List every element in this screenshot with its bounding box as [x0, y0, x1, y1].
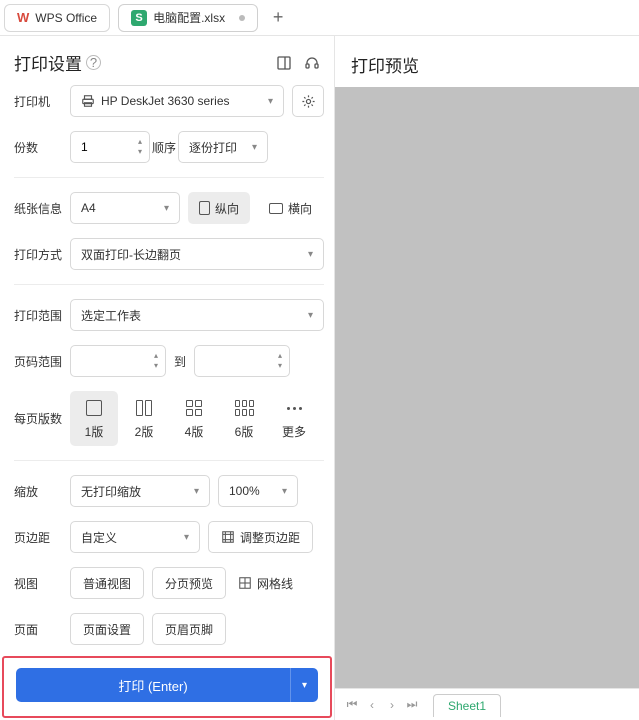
duplex-select[interactable]: 双面打印-长边翻页 ▾ — [70, 238, 324, 270]
layout-1-icon — [86, 400, 102, 416]
view-normal-button[interactable]: 普通视图 — [70, 567, 144, 599]
wps-logo-icon: W — [17, 10, 29, 25]
layout-2-button[interactable]: 2版 — [120, 391, 168, 446]
help-icon[interactable]: ? — [86, 55, 101, 70]
chevron-down-icon: ▾ — [308, 310, 313, 321]
duplex-label: 打印方式 — [14, 246, 70, 263]
view-label: 视图 — [14, 575, 70, 592]
page-setup-button[interactable]: 页面设置 — [70, 613, 144, 645]
page-range-label: 页码范围 — [14, 353, 70, 370]
landscape-icon — [269, 203, 283, 214]
more-icon — [287, 407, 302, 410]
preview-canvas — [335, 87, 639, 688]
printer-select[interactable]: HP DeskJet 3630 series ▾ — [70, 85, 284, 117]
spin-down-icon[interactable]: ▾ — [151, 361, 161, 371]
chevron-down-icon: ▾ — [164, 203, 169, 214]
new-tab-button[interactable]: + — [266, 6, 290, 30]
print-preview-panel: 打印预览 ⏮ ‹ › ⏭ Sheet1 — [335, 36, 639, 720]
printer-label: 打印机 — [14, 93, 70, 110]
file-tab[interactable]: S 电脑配置.xlsx — [118, 4, 258, 32]
layout-label: 每页版数 — [14, 410, 70, 427]
preview-footer: ⏮ ‹ › ⏭ Sheet1 — [335, 688, 639, 720]
order-label: 顺序 — [150, 139, 178, 156]
print-button-highlight-frame: 打印 (Enter) ▾ — [2, 656, 332, 718]
orientation-landscape-button[interactable]: 横向 — [258, 192, 323, 224]
chevron-down-icon: ▾ — [194, 486, 199, 497]
page-label: 页面 — [14, 621, 70, 638]
orientation-portrait-button[interactable]: 纵向 — [188, 192, 250, 224]
copies-label: 份数 — [14, 139, 70, 156]
layout-2-icon — [136, 400, 152, 416]
chevron-down-icon: ▾ — [184, 532, 189, 543]
chevron-down-icon: ▾ — [252, 142, 257, 153]
print-button[interactable]: 打印 (Enter) — [16, 668, 290, 702]
gridlines-toggle[interactable]: 网格线 — [234, 567, 305, 599]
app-tab-label: WPS Office — [35, 11, 97, 25]
print-button-group: 打印 (Enter) ▾ — [16, 668, 318, 702]
layout-more-button[interactable]: 更多 — [270, 391, 318, 446]
layout-4-icon — [186, 400, 202, 416]
spin-down-icon[interactable]: ▾ — [135, 147, 145, 157]
layout-4-button[interactable]: 4版 — [170, 391, 218, 446]
printer-settings-button[interactable] — [292, 85, 324, 117]
panel-title: 打印设置 ? — [14, 50, 101, 75]
file-tab-label: 电脑配置.xlsx — [153, 9, 225, 26]
chevron-down-icon: ▾ — [308, 249, 313, 260]
collate-select[interactable]: 逐份打印 ▾ — [178, 131, 268, 163]
chevron-down-icon: ▾ — [268, 96, 273, 107]
page-from-input[interactable]: ▴▾ — [70, 345, 166, 377]
spin-up-icon[interactable]: ▴ — [275, 351, 285, 361]
spin-up-icon[interactable]: ▴ — [135, 137, 145, 147]
page-range-to-label: 到 — [174, 353, 186, 370]
app-tab[interactable]: W WPS Office — [4, 4, 110, 32]
scale-label: 缩放 — [14, 483, 70, 500]
tab-bar: W WPS Office S 电脑配置.xlsx + — [0, 0, 639, 36]
print-settings-panel: 打印设置 ? 打印机 — [0, 36, 335, 720]
headset-icon[interactable] — [304, 55, 320, 71]
unsaved-indicator-icon — [239, 15, 245, 21]
nav-first-button[interactable]: ⏮ — [343, 695, 361, 715]
nav-last-button[interactable]: ⏭ — [403, 695, 421, 715]
margins-select[interactable]: 自定义 ▾ — [70, 521, 200, 553]
chevron-down-icon: ▾ — [282, 486, 287, 497]
page-to-input[interactable]: ▴▾ — [194, 345, 290, 377]
sheet-logo-icon: S — [131, 10, 147, 26]
adjust-margins-button[interactable]: 调整页边距 — [208, 521, 313, 553]
sheet-tab[interactable]: Sheet1 — [433, 694, 501, 717]
portrait-icon — [199, 201, 210, 215]
panel-dock-icon[interactable] — [276, 55, 292, 71]
copies-input[interactable]: 1 ▴▾ — [70, 131, 150, 163]
print-dropdown-button[interactable]: ▾ — [290, 668, 318, 702]
layout-6-button[interactable]: 6版 — [220, 391, 268, 446]
margins-label: 页边距 — [14, 529, 70, 546]
nav-prev-button[interactable]: ‹ — [363, 695, 381, 715]
paper-label: 纸张信息 — [14, 200, 70, 217]
paper-size-select[interactable]: A4 ▾ — [70, 192, 180, 224]
layout-6-icon — [235, 400, 254, 416]
scale-percent-select[interactable]: 100% ▾ — [218, 475, 298, 507]
layout-1-button[interactable]: 1版 — [70, 391, 118, 446]
margins-icon — [221, 530, 235, 544]
gridlines-icon — [238, 576, 252, 590]
preview-title: 打印预览 — [335, 36, 639, 87]
printer-icon — [81, 94, 95, 108]
header-footer-button[interactable]: 页眉页脚 — [152, 613, 226, 645]
print-range-label: 打印范围 — [14, 307, 70, 324]
scale-mode-select[interactable]: 无打印缩放 ▾ — [70, 475, 210, 507]
spin-up-icon[interactable]: ▴ — [151, 351, 161, 361]
print-range-select[interactable]: 选定工作表 ▾ — [70, 299, 324, 331]
spin-down-icon[interactable]: ▾ — [275, 361, 285, 371]
view-pagebreak-button[interactable]: 分页预览 — [152, 567, 226, 599]
nav-next-button[interactable]: › — [383, 695, 401, 715]
